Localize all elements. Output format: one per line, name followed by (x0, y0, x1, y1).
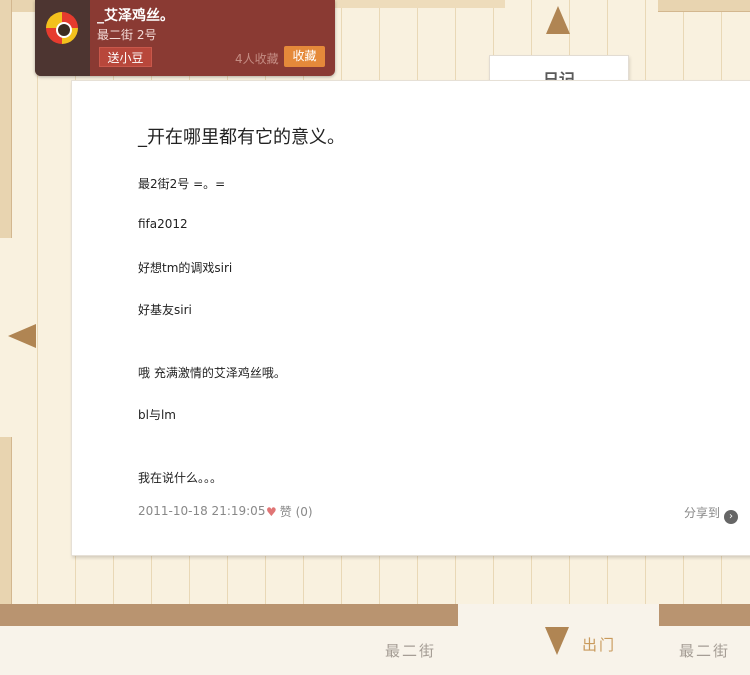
arrow-left-icon[interactable] (8, 324, 36, 348)
post-line: bl与lm (138, 408, 176, 422)
send-gift-button[interactable]: 送小豆 (99, 47, 152, 67)
post-line: 好想tm的调戏siri (138, 261, 233, 275)
chevron-right-icon: › (724, 510, 739, 524)
wall-left-upper (0, 0, 12, 238)
post-line: fifa2012 (138, 217, 188, 231)
street-label-right[interactable]: 最二街 (679, 640, 730, 661)
arrow-down-icon[interactable] (545, 627, 569, 655)
like-button[interactable]: ♥ 赞 (0) (266, 503, 313, 520)
profile-name[interactable]: _艾泽鸡丝。 (97, 5, 174, 25)
exit-link[interactable]: 出门 (582, 634, 616, 655)
post-title: _开在哪里都有它的意义。 (138, 127, 345, 148)
avatar[interactable] (46, 12, 78, 44)
favorite-count: 4人收藏 (235, 52, 279, 66)
street-label-left[interactable]: 最二街 (385, 640, 436, 661)
wall-left-lower (0, 437, 12, 607)
avatar-frame (35, 0, 90, 76)
share-label: 分享到 (684, 506, 721, 520)
arrow-up-icon[interactable] (546, 6, 570, 34)
street-area (0, 626, 750, 675)
heart-icon: ♥ (266, 505, 277, 519)
wall-top-middle (335, 0, 505, 8)
doorway (458, 604, 659, 626)
favorite-button[interactable]: 收藏 (284, 46, 325, 67)
post-line: 最2街2号 =。= (138, 177, 226, 191)
post-line: 好基友siri (138, 303, 192, 317)
post-date: 2011-10-18 21:19:05 (138, 504, 266, 518)
profile-card: _艾泽鸡丝。 最二街 2号 送小豆 4人收藏 收藏 (35, 0, 335, 76)
post-line: 我在说什么。。。 (138, 471, 223, 485)
diary-card: _开在哪里都有它的意义。 最2街2号 =。= fifa2012 好想tm的调戏s… (71, 80, 750, 556)
like-label: 赞 (0) (279, 505, 313, 519)
share-button[interactable]: 分享到 › (684, 504, 739, 524)
profile-address: 最二街 2号 (97, 28, 157, 42)
wall-bottom-left (0, 604, 458, 626)
post-line: 哦 充满激情的艾泽鸡丝哦。 (138, 366, 286, 380)
wall-top-right (658, 0, 750, 12)
wall-bottom-right (659, 604, 750, 626)
